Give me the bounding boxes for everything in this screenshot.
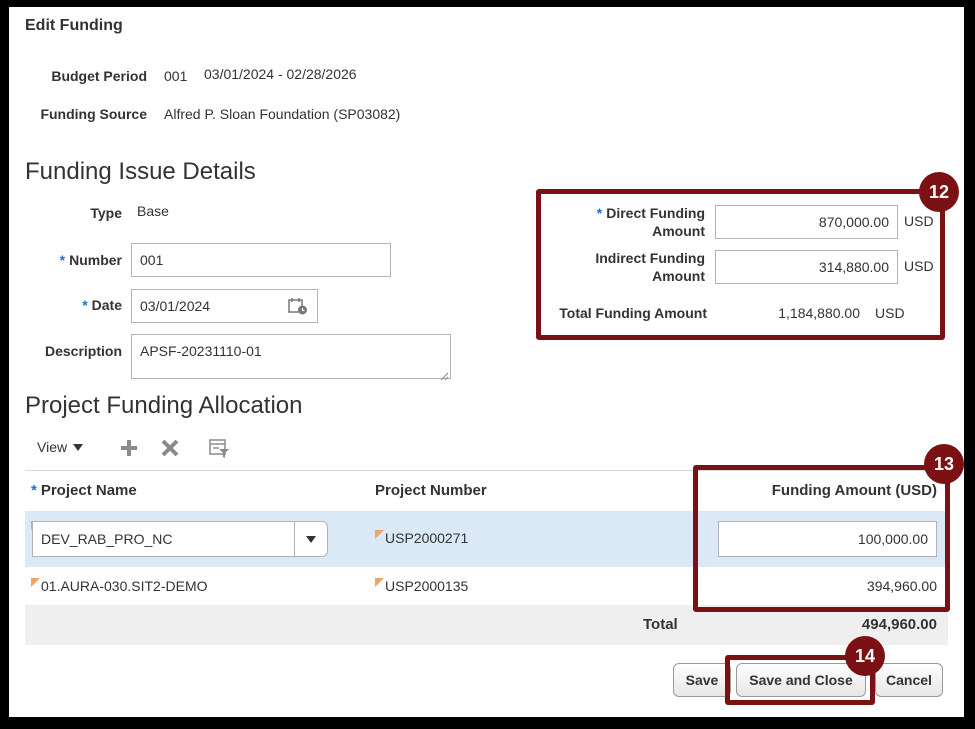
type-label: Type [90,205,122,221]
add-row-icon[interactable] [120,439,138,457]
column-header-project-number[interactable]: Project Number [375,482,487,499]
required-icon: * [31,482,37,499]
date-value: 03/01/2024 [140,298,211,314]
save-button[interactable]: Save [673,663,731,697]
required-icon: * [59,252,66,268]
callout-badge-12: 12 [919,172,959,212]
changed-indicator-icon [31,578,40,587]
number-field[interactable]: 001 [131,243,391,277]
query-by-example-icon[interactable] [209,439,231,459]
funding-source-label: Funding Source [40,106,147,122]
description-label: Description [44,343,122,359]
view-menu-label: View [37,439,68,455]
calendar-icon[interactable] [287,296,309,316]
funding-issue-details-heading: Funding Issue Details [25,158,256,185]
project-funding-allocation-heading: Project Funding Allocation [25,392,303,419]
budget-period-range: 03/01/2024 - 02/28/2026 [204,66,357,82]
changed-indicator-icon [375,578,384,587]
date-label: * Date [82,297,122,313]
caret-down-icon [306,535,316,543]
project-name-cell: 01.AURA-030.SIT2-DEMO [31,578,208,594]
project-number-cell: USP2000271 [375,530,468,546]
edit-funding-dialog: Edit Funding Budget Period 001 03/01/202… [9,7,964,717]
required-icon: * [82,297,88,313]
callout-box-13 [693,465,950,612]
resize-handle-icon[interactable] [440,368,449,381]
date-field[interactable]: 03/01/2024 [131,289,318,323]
description-textarea[interactable]: APSF-20231110-01 [131,334,451,379]
callout-box-12 [536,189,945,340]
table-total-value: 494,960.00 [861,616,937,633]
callout-badge-13: 13 [924,444,964,484]
page-title: Edit Funding [25,17,123,34]
funding-source-value: Alfred P. Sloan Foundation (SP03082) [164,106,401,122]
callout-badge-14: 14 [845,636,885,676]
project-number-cell: USP2000135 [375,578,468,594]
caret-down-icon [73,443,84,451]
project-name-input[interactable]: DEV_RAB_PRO_NC [32,521,294,557]
project-name-dropdown-button[interactable] [294,521,328,557]
type-value: Base [137,203,169,219]
view-menu[interactable]: View [37,439,84,455]
changed-indicator-icon [375,530,384,539]
budget-period-label: Budget Period [51,68,147,84]
cancel-button[interactable]: Cancel [875,663,943,697]
column-header-project-name[interactable]: * Project Name [31,482,137,499]
table-total-label: Total [643,616,678,633]
delete-row-icon[interactable] [161,439,179,457]
budget-period-number: 001 [164,68,188,84]
number-label: * Number [59,252,122,268]
